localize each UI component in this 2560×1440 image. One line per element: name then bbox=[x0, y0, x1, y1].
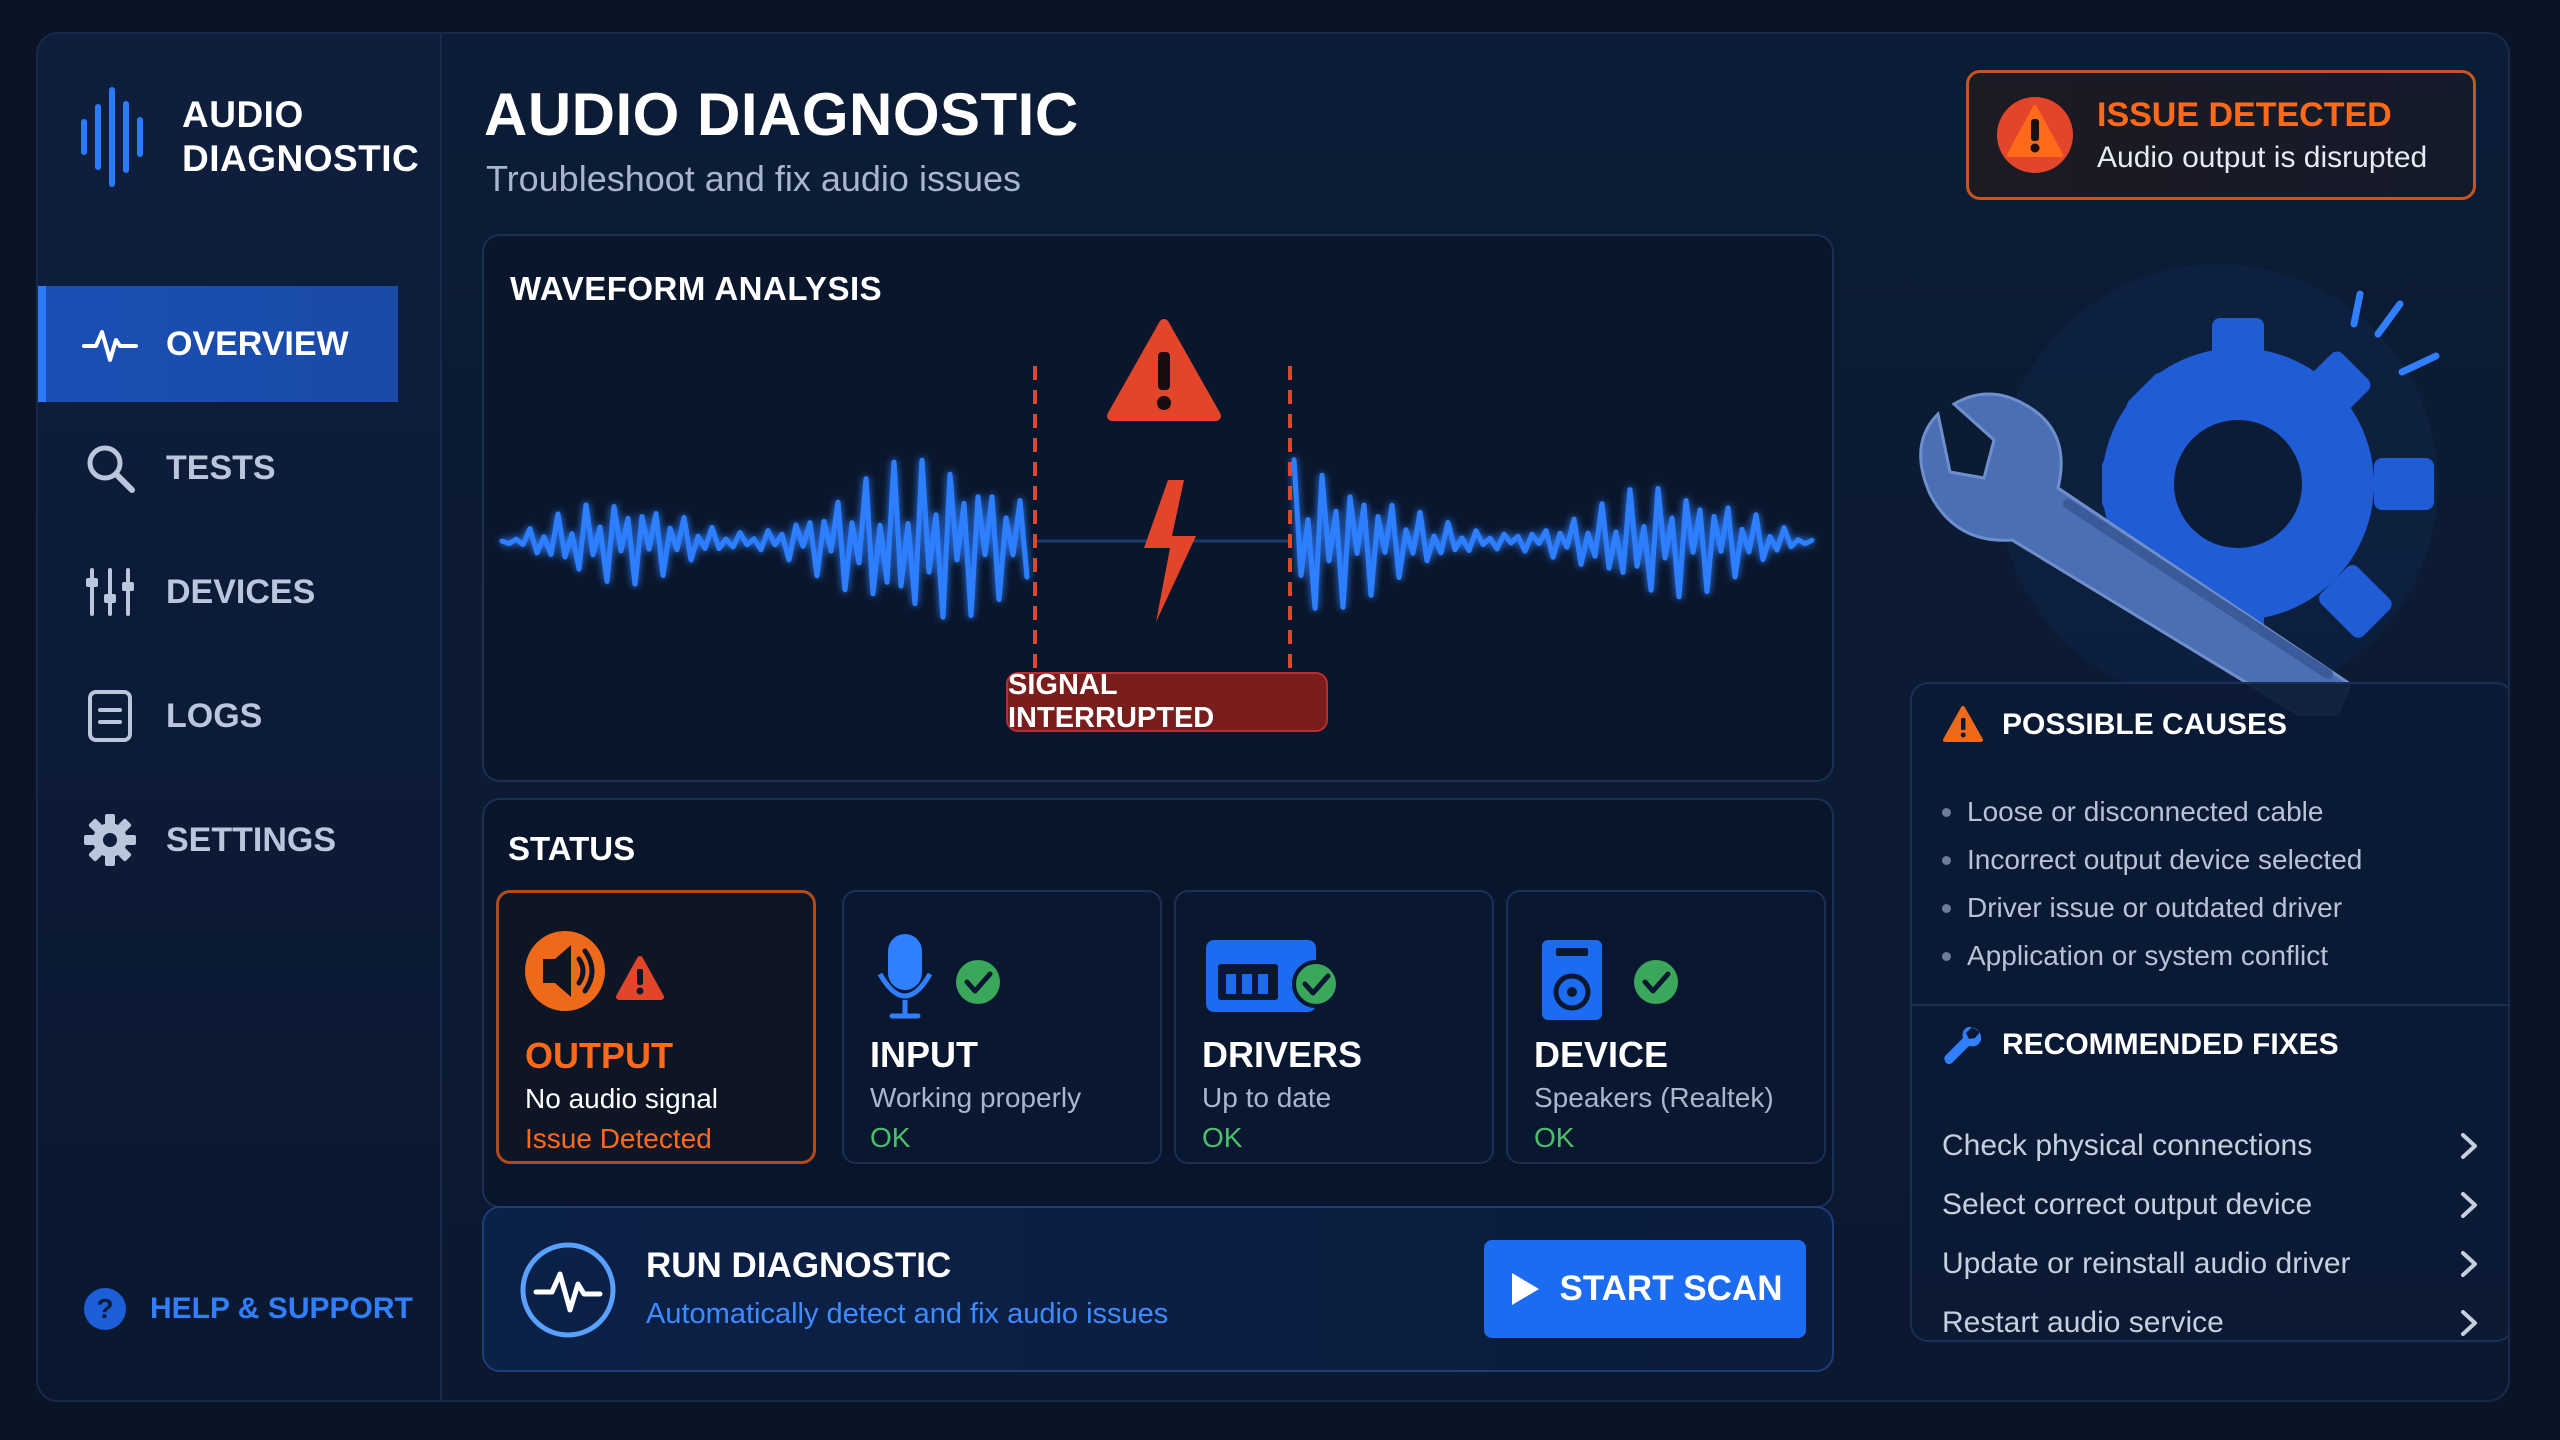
page-title: AUDIO DIAGNOSTIC bbox=[484, 81, 1079, 148]
warning-icon bbox=[616, 956, 664, 1000]
causes-fixes-panel: POSSIBLE CAUSES Loose or disconnected ca… bbox=[1910, 682, 2508, 1342]
issue-message: Audio output is disrupted bbox=[2097, 140, 2428, 174]
sidebar-item-label: DEVICES bbox=[166, 572, 316, 611]
run-diagnostic-title: RUN DIAGNOSTIC bbox=[646, 1246, 952, 1285]
chevron-right-icon bbox=[2461, 1132, 2477, 1159]
chevron-right-icon bbox=[2461, 1250, 2477, 1277]
status-card-name: DEVICE bbox=[1534, 1034, 1669, 1075]
chevron-right-icon bbox=[2461, 1191, 2477, 1218]
page-subtitle: Troubleshoot and fix audio issues bbox=[486, 158, 1021, 199]
check-icon bbox=[1634, 960, 1678, 1004]
help-support-link[interactable]: ? HELP & SUPPORT bbox=[82, 1286, 413, 1332]
check-icon bbox=[956, 960, 1000, 1004]
status-card-name: INPUT bbox=[870, 1034, 978, 1075]
gear-icon bbox=[84, 814, 136, 866]
question-icon: ? bbox=[84, 1288, 126, 1330]
status-card-name: DRIVERS bbox=[1202, 1034, 1363, 1075]
help-label: HELP & SUPPORT bbox=[150, 1292, 413, 1325]
sidebar-item-label: TESTS bbox=[166, 448, 276, 487]
status-card-desc: Speakers (Realtek) bbox=[1534, 1082, 1774, 1113]
speaker-icon bbox=[525, 931, 605, 1011]
causes-list: Loose or disconnected cable Incorrect ou… bbox=[1942, 788, 2362, 980]
sidebar-item-devices[interactable]: DEVICES bbox=[38, 534, 398, 650]
status-card-desc: No audio signal bbox=[525, 1083, 719, 1114]
run-diagnostic-subtitle: Automatically detect and fix audio issue… bbox=[646, 1298, 1169, 1330]
warning-icon bbox=[1997, 97, 2073, 173]
sidebar-item-tests[interactable]: TESTS bbox=[38, 410, 398, 526]
chevron-right-icon bbox=[2461, 1309, 2477, 1336]
sidebar-nav: OVERVIEW TESTS DEVICES LOGS SETTINGS bbox=[38, 286, 440, 906]
status-card-name: OUTPUT bbox=[525, 1035, 673, 1076]
status-title: STATUS bbox=[508, 830, 636, 867]
sidebar: AUDIO DIAGNOSTIC OVERVIEW TESTS DEVICES … bbox=[38, 34, 442, 1400]
status-card-state: Issue Detected bbox=[525, 1123, 712, 1154]
waveform-right-trace bbox=[1291, 457, 1815, 611]
brand-logo: AUDIO DIAGNOSTIC bbox=[76, 82, 419, 192]
fix-item-label: Select correct output device bbox=[1942, 1187, 2313, 1221]
status-panel: STATUS OUTPUT No audio signal Issue Dete… bbox=[482, 798, 1834, 1208]
signal-warning-icon bbox=[1107, 319, 1221, 421]
recommended-fixes-title: RECOMMENDED FIXES bbox=[2002, 1028, 2339, 1061]
recommended-fixes-header: RECOMMENDED FIXES bbox=[1942, 1024, 2339, 1066]
fixes-list: Check physical connections Select correc… bbox=[1942, 1116, 2482, 1352]
possible-causes-header: POSSIBLE CAUSES bbox=[1942, 704, 2287, 746]
status-card-output[interactable]: OUTPUT No audio signal Issue Detected bbox=[496, 890, 816, 1164]
fix-item-label: Update or reinstall audio driver bbox=[1942, 1246, 2351, 1280]
list-item: Incorrect output device selected bbox=[1942, 836, 2362, 884]
diagnostic-pulse-icon bbox=[520, 1242, 616, 1338]
sidebar-item-logs[interactable]: LOGS bbox=[38, 658, 398, 774]
sliders-icon bbox=[86, 568, 134, 616]
status-card-input[interactable]: INPUT Working properly OK bbox=[842, 890, 1162, 1164]
fix-item[interactable]: Restart audio service bbox=[1942, 1293, 2482, 1352]
warning-icon bbox=[1943, 706, 1983, 742]
sidebar-item-label: OVERVIEW bbox=[166, 324, 349, 363]
wrench-gear-illustration bbox=[1919, 264, 2440, 716]
sidebar-item-label: LOGS bbox=[166, 696, 263, 735]
pulse-icon bbox=[82, 330, 138, 362]
brand-line-2: DIAGNOSTIC bbox=[182, 138, 420, 179]
audio-wave-logo-icon bbox=[81, 87, 143, 187]
run-diagnostic-panel: RUN DIAGNOSTIC Automatically detect and … bbox=[482, 1206, 1834, 1372]
check-icon bbox=[1292, 960, 1340, 1008]
status-card-state: OK bbox=[870, 1122, 911, 1153]
fix-item[interactable]: Update or reinstall audio driver bbox=[1942, 1234, 2482, 1293]
sidebar-item-label: SETTINGS bbox=[166, 820, 337, 859]
divider bbox=[1912, 1004, 2508, 1006]
speaker-box-icon bbox=[1542, 940, 1602, 1020]
status-card-desc: Working properly bbox=[870, 1082, 1082, 1113]
sidebar-item-settings[interactable]: SETTINGS bbox=[38, 782, 398, 898]
wrench-icon bbox=[1944, 1027, 1982, 1065]
waveform-title: WAVEFORM ANALYSIS bbox=[510, 270, 883, 307]
app-window: AUDIO DIAGNOSTIC OVERVIEW TESTS DEVICES … bbox=[36, 32, 2510, 1402]
list-item: Loose or disconnected cable bbox=[1942, 788, 2362, 836]
brand-line-1: AUDIO bbox=[182, 94, 304, 135]
list-item: Application or system conflict bbox=[1942, 932, 2362, 980]
fix-item-label: Restart audio service bbox=[1942, 1305, 2224, 1339]
status-card-device[interactable]: DEVICE Speakers (Realtek) OK bbox=[1506, 890, 1826, 1164]
svg-text:?: ? bbox=[96, 1293, 113, 1324]
status-card-state: OK bbox=[1534, 1122, 1575, 1153]
issue-title: ISSUE DETECTED bbox=[2097, 95, 2392, 134]
sidebar-item-overview[interactable]: OVERVIEW bbox=[38, 286, 398, 402]
start-scan-label: START SCAN bbox=[1559, 1269, 1783, 1308]
document-icon bbox=[88, 690, 132, 742]
issue-banner: ISSUE DETECTED Audio output is disrupted bbox=[1966, 70, 2476, 200]
list-item: Driver issue or outdated driver bbox=[1942, 884, 2362, 932]
microphone-icon bbox=[877, 934, 933, 1019]
play-icon bbox=[1511, 1273, 1539, 1305]
status-card-desc: Up to date bbox=[1202, 1082, 1332, 1113]
signal-interrupted-badge: SIGNAL INTERRUPTED bbox=[1006, 669, 1328, 734]
waveform-panel: WAVEFORM ANALYSIS SIGNAL INTERRUPTED bbox=[482, 234, 1834, 782]
search-icon bbox=[87, 445, 135, 493]
start-scan-button[interactable]: START SCAN bbox=[1484, 1240, 1806, 1338]
fix-item-label: Check physical connections bbox=[1942, 1128, 2313, 1162]
lightning-bolt-icon bbox=[1144, 480, 1196, 622]
status-card-state: OK bbox=[1202, 1122, 1243, 1153]
fix-item[interactable]: Check physical connections bbox=[1942, 1116, 2482, 1175]
fix-item[interactable]: Select correct output device bbox=[1942, 1175, 2482, 1234]
waveform-left-trace bbox=[499, 457, 1030, 620]
possible-causes-title: POSSIBLE CAUSES bbox=[2002, 708, 2288, 741]
status-card-drivers[interactable]: DRIVERS Up to date OK bbox=[1174, 890, 1494, 1164]
